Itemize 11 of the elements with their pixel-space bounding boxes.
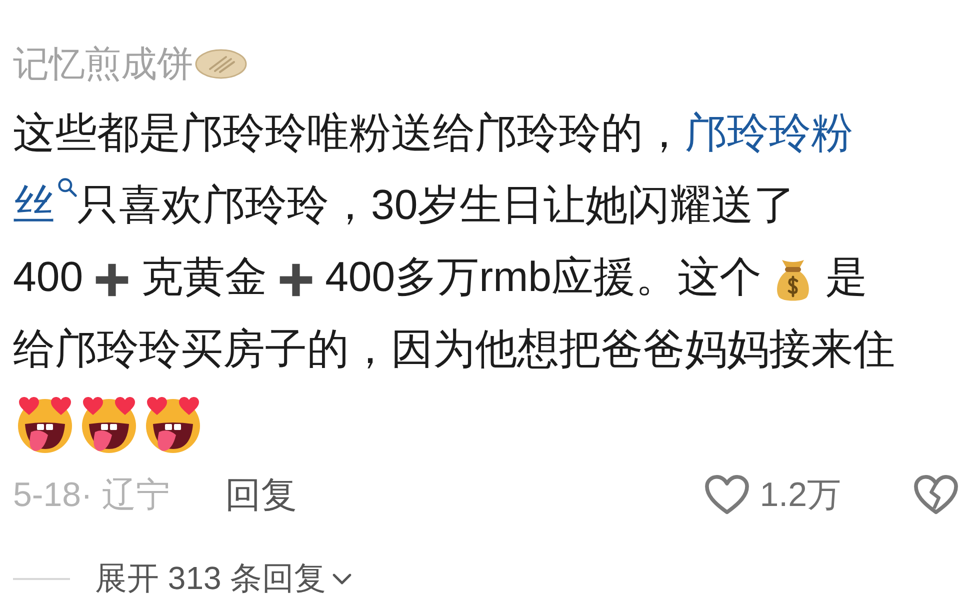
expand-replies-button[interactable]: 展开 313 条回复 xyxy=(95,557,352,601)
mention-link[interactable]: 邝玲玲粉 xyxy=(685,109,853,156)
chevron-down-icon xyxy=(332,573,352,585)
search-icon[interactable] xyxy=(57,177,77,197)
mention-link[interactable]: 丝 xyxy=(13,181,55,228)
flatbread-icon xyxy=(195,49,247,79)
comment-text: 这些都是邝玲玲唯粉送给邝玲玲的，邝玲玲粉 丝 只喜欢邝玲玲，30岁生日让她闪耀送了 400 克黄金 400多万rmb应援。这个 是 给邝玲玲买房子的，因为他想把爸爸妈妈接来住 xyxy=(13,97,979,457)
date-location: 5-18· 辽宁 xyxy=(13,475,170,516)
broken-heart-icon[interactable] xyxy=(913,474,959,516)
like-button[interactable]: 1.2万 xyxy=(704,472,841,518)
reply-button[interactable]: 回复 xyxy=(224,470,297,520)
